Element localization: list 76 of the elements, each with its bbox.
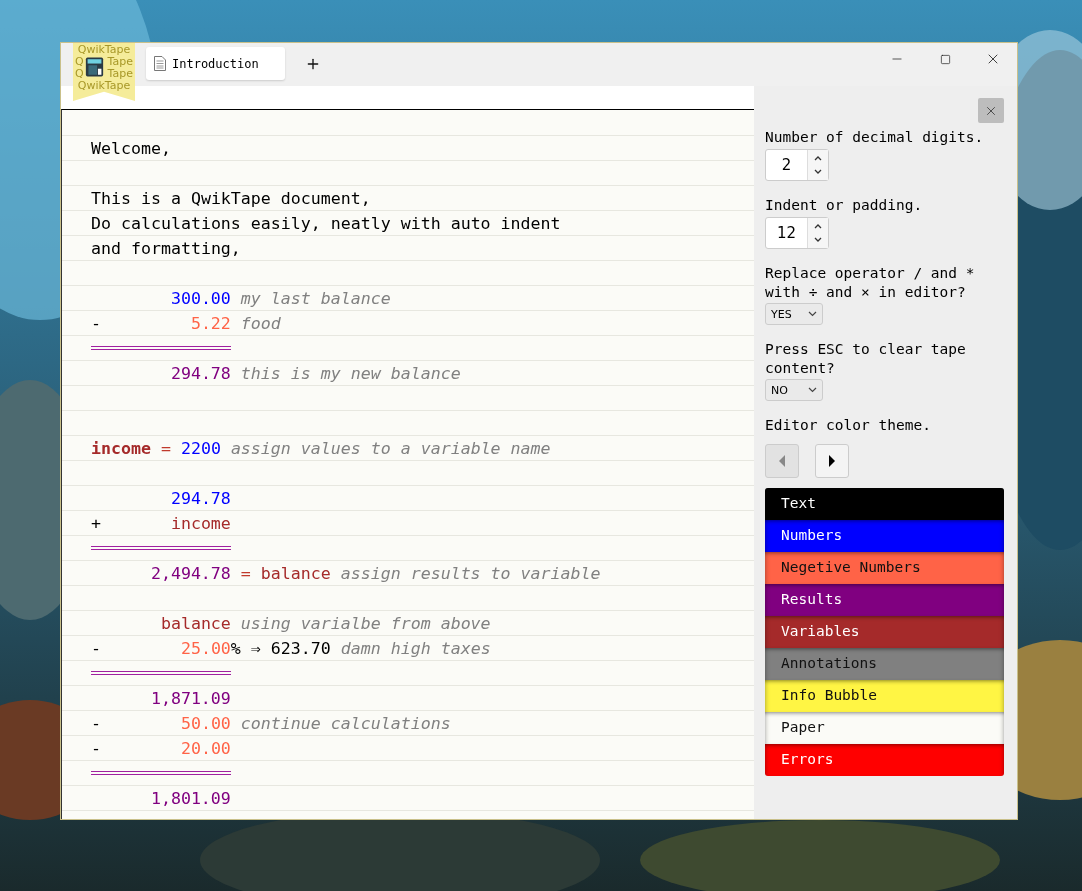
tape-value: 294.78 <box>170 488 231 508</box>
theme-color-item[interactable]: Negetive Numbers <box>765 552 1004 584</box>
spinner-arrows-icon[interactable] <box>807 218 828 248</box>
previous-button[interactable] <box>765 444 799 478</box>
logo-text: Q <box>75 56 84 67</box>
logo-text: QwikTape <box>77 44 131 55</box>
annotation-text: my last balance <box>240 288 391 308</box>
theme-color-item[interactable]: Errors <box>765 744 1004 776</box>
setting-label: Press ESC to clear tape content? <box>765 340 967 378</box>
tape-value: 50.00 <box>180 713 231 733</box>
setting-label: Indent or padding. <box>765 196 924 215</box>
new-tab-button[interactable] <box>305 56 321 72</box>
theme-color-item[interactable]: Annotations <box>765 648 1004 680</box>
dropdown[interactable]: NO <box>765 379 823 401</box>
annotation-text: using varialbe from above <box>240 613 491 633</box>
tape-value: balance <box>160 613 231 633</box>
theme-color-item[interactable]: Info Bubble <box>765 680 1004 712</box>
tape-text: and formatting, <box>91 238 241 258</box>
tape-value: 20.00 <box>180 738 231 758</box>
plus-icon <box>305 56 321 72</box>
tape-text: This is a QwikTape document, <box>91 188 371 208</box>
annotation-text: assign values to a variable name <box>230 438 551 458</box>
chevron-down-icon <box>808 387 817 393</box>
operator-sign: - <box>91 638 101 658</box>
document-icon <box>154 56 166 71</box>
tape-text: 623.70 <box>270 638 331 658</box>
annotation-text: continue calculations <box>240 713 451 733</box>
next-button[interactable] <box>815 444 849 478</box>
tape-text: 2200 <box>180 438 221 458</box>
setting-label: Editor color theme. <box>765 416 932 435</box>
chevron-down-icon <box>808 311 817 317</box>
maximize-icon <box>939 53 951 65</box>
theme-color-item[interactable]: Numbers <box>765 520 1004 552</box>
logo-text: QwikTape <box>77 80 131 91</box>
theme-color-item[interactable]: Text <box>765 488 1004 520</box>
tape-text: = <box>240 563 251 583</box>
number-field[interactable]: 2 <box>765 149 829 181</box>
spinner-arrows-icon[interactable] <box>807 150 828 180</box>
tape-value: 2,494.78 <box>150 563 231 583</box>
tape-text: = <box>160 438 171 458</box>
theme-color-item[interactable]: Results <box>765 584 1004 616</box>
right-triangle-icon <box>828 455 836 467</box>
tape-value: 5.22 <box>190 313 231 333</box>
operator-sign: - <box>91 738 101 758</box>
tape-text: ⇒ <box>250 638 261 658</box>
logo-text: Tape <box>107 56 133 67</box>
logo-text: Tape <box>107 68 133 79</box>
tape-text: income <box>91 438 151 458</box>
dropdown[interactable]: YES <box>765 303 823 325</box>
theme-color-item[interactable]: Paper <box>765 712 1004 744</box>
number-field[interactable]: 12 <box>765 217 829 249</box>
setting-label: Replace operator / and * with ÷ and × in editor? <box>765 264 976 302</box>
tape-value: 294.78 <box>170 363 231 383</box>
document-tab[interactable]: Introduction <box>146 47 285 80</box>
tape-value: 1,871.09 <box>150 688 231 708</box>
percent-sign: % <box>230 638 241 658</box>
tape-value: 1,801.09 <box>150 788 231 808</box>
tape-value: 300.00 <box>170 288 231 308</box>
annotation-text: this is my new balance <box>240 363 461 383</box>
operator-sign: + <box>91 513 101 533</box>
annotation-text: food <box>240 313 281 333</box>
setting-label: Number of decimal digits. <box>765 128 985 147</box>
annotation-text: assign results to variable <box>340 563 601 583</box>
close-panel-button[interactable] <box>978 98 1004 123</box>
tape-text: Do calculations easily, neatly with auto indent <box>91 213 561 233</box>
left-triangle-icon <box>778 455 786 467</box>
tape-text: Welcome, <box>91 138 171 158</box>
operator-sign: - <box>91 713 101 733</box>
tape-editor[interactable] <box>61 109 754 819</box>
theme-color-item[interactable]: Variables <box>765 616 1004 648</box>
annotation-text: damn high taxes <box>340 638 491 658</box>
logo-text: Q <box>75 68 84 79</box>
operator-sign: - <box>91 313 101 333</box>
tape-value: income <box>170 513 231 533</box>
tape-text: balance <box>260 563 331 583</box>
tape-value: 25.00 <box>180 638 231 658</box>
